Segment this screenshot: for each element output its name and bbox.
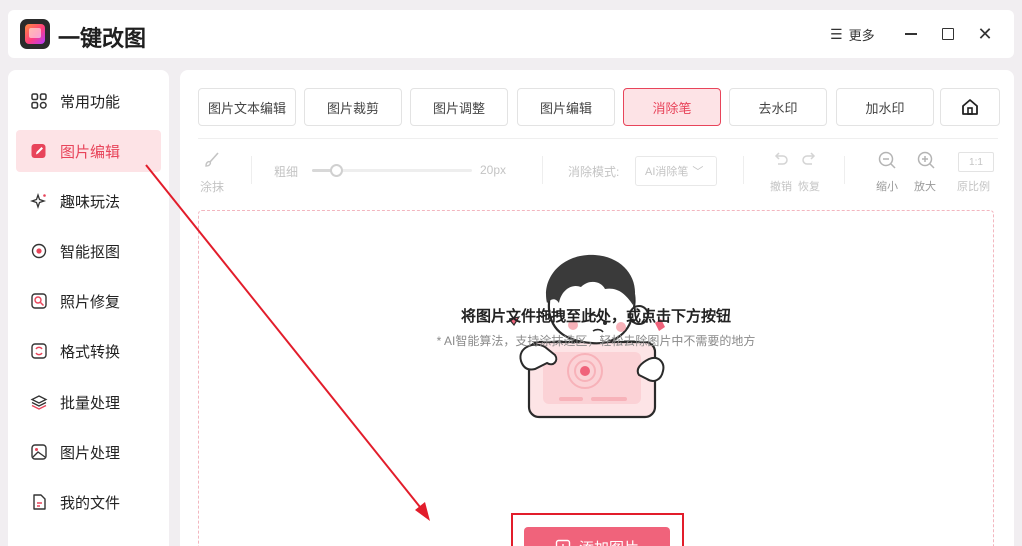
add-image-icon bbox=[555, 539, 571, 546]
convert-icon bbox=[30, 342, 48, 360]
sidebar-item-batch[interactable]: 批量处理 bbox=[16, 381, 161, 423]
redo-icon[interactable] bbox=[800, 150, 818, 168]
zoom-in-icon[interactable] bbox=[916, 150, 936, 170]
undo-icon[interactable] bbox=[772, 150, 790, 168]
tab-eraser[interactable]: 消除笔 bbox=[623, 88, 721, 126]
sidebar-item-label: 格式转换 bbox=[60, 343, 121, 361]
toolbar-separator bbox=[844, 156, 845, 184]
toolbar-separator bbox=[743, 156, 744, 184]
image-icon bbox=[30, 443, 48, 461]
undo-label: 撤销 bbox=[770, 181, 792, 193]
sidebar-item-label: 我的文件 bbox=[60, 494, 121, 512]
chevron-down-icon: ﹀ bbox=[692, 166, 704, 178]
sidebar-item-label: 照片修复 bbox=[60, 293, 121, 311]
thickness-slider-handle[interactable] bbox=[330, 164, 343, 177]
more-label: 更多 bbox=[848, 28, 875, 43]
brush-label: 涂抹 bbox=[200, 180, 225, 194]
sidebar-item-repair[interactable]: 照片修复 bbox=[16, 280, 161, 322]
main-panel: 图片文本编辑 图片裁剪 图片调整 图片编辑 消除笔 去水印 加水印 涂抹 粗细 … bbox=[180, 70, 1014, 546]
sidebar-item-label: 图片编辑 bbox=[60, 143, 121, 161]
tab-remove-watermark[interactable]: 去水印 bbox=[729, 88, 827, 126]
add-image-label: 添加图片 bbox=[579, 537, 639, 546]
edit-icon bbox=[30, 142, 48, 160]
tab-edit[interactable]: 图片编辑 bbox=[517, 88, 615, 126]
zoom-out-icon[interactable] bbox=[877, 150, 897, 170]
sidebar-item-files[interactable]: 我的文件 bbox=[16, 481, 161, 523]
more-button[interactable]: ☰ 更多 bbox=[830, 25, 875, 44]
add-image-button[interactable]: 添加图片 bbox=[524, 527, 670, 546]
sidebar-item-image-edit[interactable]: 图片编辑 bbox=[16, 130, 161, 172]
mode-value: AI消除笔 bbox=[645, 166, 689, 178]
tab-crop[interactable]: 图片裁剪 bbox=[304, 88, 402, 126]
toolbar-separator bbox=[542, 156, 543, 184]
ratio-label: 原比例 bbox=[957, 181, 990, 193]
tab-image-text-edit[interactable]: 图片文本编辑 bbox=[198, 88, 296, 126]
zoom-out-label: 缩小 bbox=[876, 181, 898, 193]
drop-title: 将图片文件拖拽至此处，或点击下方按钮 bbox=[460, 308, 731, 325]
sidebar-item-cutout[interactable]: 智能抠图 bbox=[16, 230, 161, 272]
grid-icon bbox=[30, 92, 48, 110]
sidebar-item-common[interactable]: 常用功能 bbox=[16, 80, 161, 122]
ratio-button[interactable]: 1:1 bbox=[958, 152, 994, 172]
sidebar-item-label: 智能抠图 bbox=[60, 243, 121, 261]
sparkle-icon bbox=[30, 192, 48, 210]
thickness-value: 20px bbox=[480, 163, 507, 177]
menu-lines-icon: ☰ bbox=[830, 26, 843, 42]
sidebar-item-label: 趣味玩法 bbox=[60, 193, 121, 211]
sidebar-item-label: 批量处理 bbox=[60, 394, 121, 412]
home-icon bbox=[962, 99, 978, 115]
toolbar-separator bbox=[251, 156, 252, 184]
close-icon[interactable]: ✕ bbox=[975, 24, 995, 44]
thickness-label: 粗细 bbox=[274, 165, 299, 179]
sidebar: 常用功能 图片编辑 趣味玩法 智能抠图 照片修复 格式转换 批量处理 图片处理 … bbox=[8, 70, 169, 546]
mode-label: 消除模式: bbox=[568, 165, 620, 179]
sidebar-item-label: 图片处理 bbox=[60, 444, 121, 462]
sidebar-item-fun[interactable]: 趣味玩法 bbox=[16, 180, 161, 222]
app-logo-icon bbox=[20, 19, 50, 49]
drop-zone[interactable] bbox=[198, 210, 994, 546]
layers-icon bbox=[30, 393, 48, 411]
repair-icon bbox=[30, 292, 48, 310]
mode-select[interactable]: AI消除笔 ﹀ bbox=[635, 156, 717, 186]
minimize-icon[interactable] bbox=[901, 24, 921, 44]
app-title: 一键改图 bbox=[58, 26, 147, 51]
target-icon bbox=[30, 242, 48, 260]
redo-label: 恢复 bbox=[798, 181, 820, 193]
tab-divider bbox=[198, 138, 998, 139]
tab-add-watermark[interactable]: 加水印 bbox=[836, 88, 934, 126]
maximize-icon[interactable] bbox=[938, 24, 958, 44]
title-bar: 一键改图 ☰ 更多 ✕ bbox=[8, 10, 1014, 58]
sidebar-item-convert[interactable]: 格式转换 bbox=[16, 330, 161, 372]
zoom-in-label: 放大 bbox=[914, 181, 936, 193]
home-button[interactable] bbox=[940, 88, 1000, 126]
file-icon bbox=[30, 493, 48, 511]
brush-icon[interactable] bbox=[202, 150, 222, 170]
sidebar-item-label: 常用功能 bbox=[60, 93, 121, 111]
drop-subtitle: * AI智能算法，支持涂抹选区，轻松去除图片中不需要的地方 bbox=[436, 334, 756, 348]
sidebar-item-process[interactable]: 图片处理 bbox=[16, 431, 161, 473]
tab-adjust[interactable]: 图片调整 bbox=[410, 88, 508, 126]
